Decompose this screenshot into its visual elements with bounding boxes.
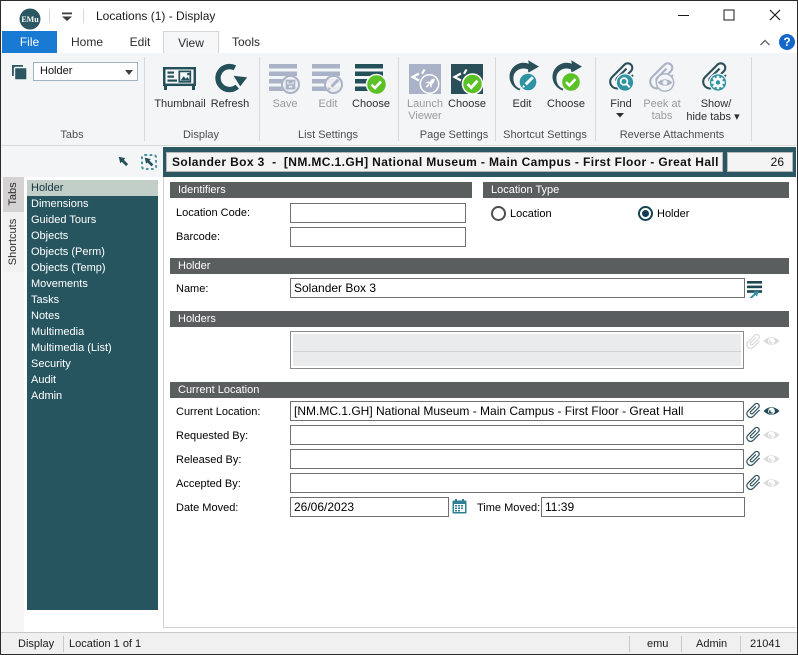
svg-text:?: ?: [783, 35, 790, 49]
svg-text:EMu: EMu: [21, 15, 39, 24]
